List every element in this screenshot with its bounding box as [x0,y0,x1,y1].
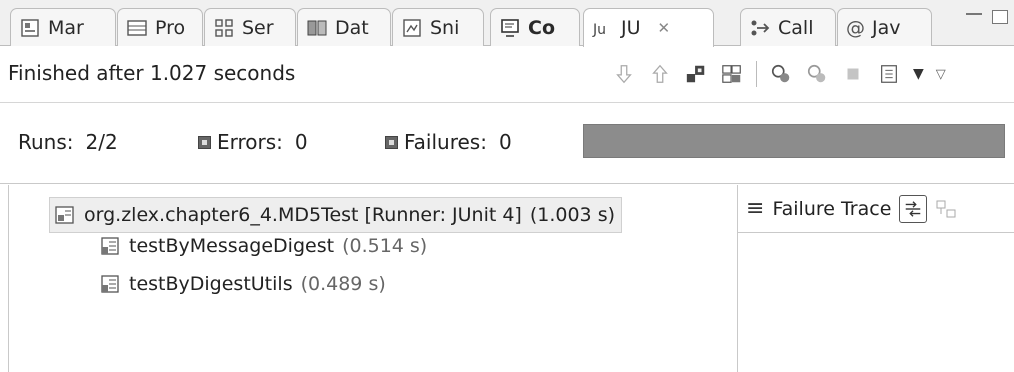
data-source-icon [306,17,328,39]
test-method-icon [99,273,121,295]
tab-console[interactable]: Co [490,8,580,46]
test-progress-bar [583,124,1005,158]
test-class-label: org.zlex.chapter6_4.MD5Test [Runner: JUn… [84,204,522,226]
tab-javadoc[interactable]: @ Jav [837,8,932,46]
servers-icon [213,17,235,39]
errors-label: Errors: [217,130,283,154]
compare-results-icon[interactable] [935,198,957,220]
tab-junit[interactable]: Ju JU ✕ [583,8,714,47]
tab-servers[interactable]: Ser [204,8,296,46]
maximize-icon[interactable] [992,10,1008,24]
results-panes: org.zlex.chapter6_4.MD5Test [Runner: JUn… [0,185,1014,372]
tab-properties[interactable]: Pro [117,8,203,46]
tab-label: Sni [430,16,460,39]
failure-trace-header: ≡ Failure Trace [738,185,1014,233]
toolbar-separator [756,61,757,87]
test-tree: org.zlex.chapter6_4.MD5Test [Runner: JUn… [8,185,737,372]
tree-test-method[interactable]: testByMessageDigest (0.514 s) [99,235,427,257]
console-icon [499,17,521,39]
tab-call-hierarchy[interactable]: Call [740,8,836,46]
status-message: Finished after 1.027 seconds [8,61,296,85]
progress-fill [584,125,1004,157]
error-icon [198,135,211,149]
test-method-time: (0.489 s) [300,273,386,295]
failure-trace-title: Failure Trace [772,197,892,220]
tab-label: Co [528,16,555,39]
errors-value: 0 [294,130,308,154]
snippets-icon [401,17,423,39]
toolbar-actions: ▼ ▽ [612,61,946,87]
scroll-lock-icon[interactable] [720,62,744,86]
svg-text:Ju: Ju [592,22,606,38]
tab-label: Ser [242,16,274,39]
tab-label: Pro [155,16,186,39]
view-tab-bar: Mar Pro Ser Dat Sni Co Ju JU ✕ Call @ Ja… [0,0,1014,47]
failures-label: Failures: [404,130,487,154]
tree-test-method[interactable]: testByDigestUtils (0.489 s) [99,273,386,295]
stack-trace-icon: ≡ [746,196,765,221]
tab-label: JU [621,17,641,39]
test-class-time: (1.003 s) [529,204,616,226]
test-counters: Runs: 2/2 Errors: 0 Failures: 0 [0,104,1014,184]
tab-label: Call [778,16,814,39]
errors-counter: Errors: 0 [198,130,308,154]
filter-stack-trace-button[interactable] [899,194,928,223]
runs-label: Runs: [18,130,74,154]
tab-label: Dat [335,16,369,39]
test-method-label: testByDigestUtils [129,273,293,295]
markers-icon [19,17,41,39]
test-history-icon[interactable] [877,62,901,86]
tab-markers[interactable]: Mar [10,8,116,46]
tab-label: Jav [872,16,901,39]
close-icon[interactable]: ✕ [658,19,671,37]
test-suite-icon [54,204,76,226]
rerun-failed-first-icon[interactable] [805,62,829,86]
next-failure-icon[interactable] [612,62,636,86]
failures-counter: Failures: 0 [385,130,512,154]
javadoc-icon: @ [846,16,865,39]
junit-icon: Ju [592,17,614,39]
show-failures-only-icon[interactable] [684,62,708,86]
tab-label: Mar [48,16,84,39]
properties-icon [126,17,148,39]
history-dropdown-icon[interactable]: ▼ [913,66,924,82]
failure-trace-pane: ≡ Failure Trace [738,185,1014,372]
tree-root-test-class[interactable]: org.zlex.chapter6_4.MD5Test [Runner: JUn… [49,197,623,233]
test-method-icon [99,235,121,257]
test-method-label: testByMessageDigest [129,235,335,257]
runs-counter: Runs: 2/2 [18,130,118,154]
rerun-test-icon[interactable] [769,62,793,86]
view-menu-icon[interactable]: ▽ [936,67,946,82]
window-controls [966,10,1008,24]
failures-value: 0 [498,130,512,154]
test-method-time: (0.514 s) [342,235,428,257]
stop-icon[interactable] [841,62,865,86]
tab-data-source[interactable]: Dat [297,8,391,46]
minimize-icon[interactable] [966,13,982,17]
tab-snippets[interactable]: Sni [392,8,484,46]
junit-toolbar: Finished after 1.027 seconds ▼ ▽ [0,47,1014,103]
runs-value: 2/2 [85,130,118,154]
call-hierarchy-icon [749,17,771,39]
previous-failure-icon[interactable] [648,62,672,86]
failure-icon [385,135,398,149]
